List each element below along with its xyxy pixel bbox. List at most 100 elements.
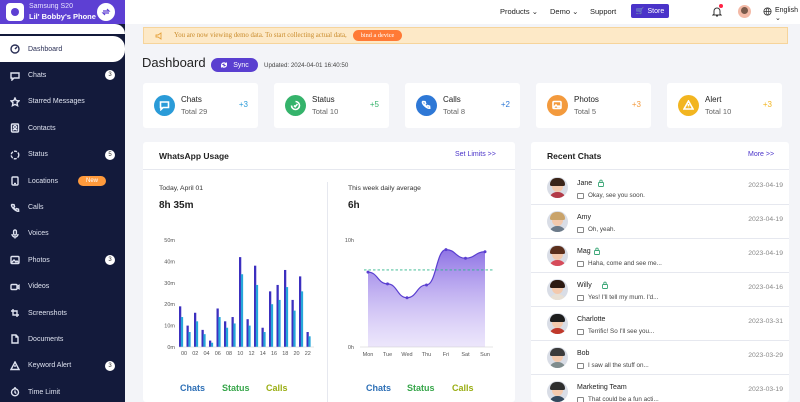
usage-bar [255, 284, 259, 347]
legend-status-week: Status [407, 383, 435, 393]
count-badge: 3 [105, 360, 115, 371]
set-limits-link[interactable]: Set Limits >> [455, 151, 496, 158]
chat-date: 2023-03-31 [748, 318, 783, 325]
support-link[interactable]: Support [590, 7, 616, 16]
device-model: Samsung S20 [29, 3, 73, 10]
document-icon [10, 334, 20, 345]
sidebar-item-screenshots[interactable]: Screenshots [0, 300, 125, 326]
page-title: Dashboard [142, 55, 206, 70]
usage-bar [180, 317, 184, 347]
avatar [547, 313, 568, 334]
avatar [547, 177, 568, 198]
bind-device-button[interactable]: bind a device [352, 30, 403, 41]
y-tick-label: 0m [167, 345, 175, 351]
sidebar-item-keyword-alert[interactable]: Keyword Alert 3 [0, 353, 125, 379]
avatar [547, 279, 568, 300]
stat-label: Photos [574, 95, 599, 104]
stat-card-chats[interactable]: Chats Total 29 +3 [143, 83, 258, 128]
sidebar-item-videos[interactable]: Videos [0, 274, 125, 300]
sidebar-item-calls[interactable]: Calls [0, 194, 125, 220]
sidebar-item-chats[interactable]: Chats 3 [0, 62, 125, 88]
clock-icon [10, 387, 20, 397]
chat-row[interactable]: Bob I saw all the stuff on... 2023-03-29 [531, 341, 789, 375]
stat-total: Total 10 [312, 107, 339, 116]
chat-row[interactable]: Charlotte Terrific! So I'll see you... 2… [531, 307, 789, 341]
chat-date: 2023-03-19 [748, 386, 783, 393]
y-tick-label: 50m [164, 238, 175, 244]
sidebar-item-locations[interactable]: Locations New [0, 168, 125, 194]
chat-row[interactable]: Mag Haha, come and see me... 2023-04-19 [531, 239, 789, 273]
video-icon [10, 282, 20, 292]
stat-total: Total 10 [705, 107, 732, 116]
banner-text: You are now viewing demo data. To start … [174, 32, 347, 39]
language-select[interactable]: English ⌄ [775, 7, 800, 22]
today-value: 8h 35m [159, 200, 194, 211]
x-tick-label: 10 [237, 351, 243, 357]
sidebar-item-documents[interactable]: Documents [0, 326, 125, 352]
stat-label: Chats [181, 95, 202, 104]
legend-status: Status [222, 383, 250, 393]
sidebar-item-starred-messages[interactable]: Starred Messages [0, 89, 125, 115]
products-menu[interactable]: Products ⌄ [500, 7, 538, 16]
stat-card-photos[interactable]: Photos Total 5 +3 [536, 83, 651, 128]
chat-row[interactable]: Marketing Team That could be a fun acti.… [531, 375, 789, 402]
usage-bar [195, 321, 199, 347]
updated-timestamp: Updated: 2024-04-01 16:40:50 [264, 62, 349, 69]
sidebar-item-time-limit[interactable]: Time Limit [0, 379, 125, 402]
user-avatar[interactable] [738, 5, 751, 18]
chat-preview: Haha, come and see me... [588, 260, 662, 267]
chat-date: 2023-03-29 [748, 352, 783, 359]
chat-row[interactable]: Jane Okay, see you soon. 2023-04-19 [531, 171, 789, 205]
message-icon [577, 329, 584, 335]
y-tick-label: 10h [345, 238, 354, 244]
warning-icon [678, 95, 699, 116]
sidebar-item-voices[interactable]: Voices [0, 221, 125, 247]
usage-bar [203, 334, 206, 347]
usage-bar [293, 310, 296, 347]
chat-date: 2023-04-19 [748, 216, 783, 223]
sidebar-item-label: Keyword Alert [28, 362, 72, 370]
recent-chats-panel: Recent Chats More >> Jane Okay, see you … [531, 142, 789, 402]
recent-title: Recent Chats [547, 151, 602, 161]
chat-date: 2023-04-19 [748, 182, 783, 189]
sync-button[interactable]: Sync [211, 58, 258, 72]
chat-row[interactable]: Amy Oh, yeah. 2023-04-19 [531, 205, 789, 239]
stat-label: Calls [443, 95, 461, 104]
sidebar-item-label: Screenshots [28, 309, 67, 317]
contacts-icon [10, 123, 20, 134]
sidebar-item-status[interactable]: Status 5 [0, 142, 125, 168]
y-tick-label: 30m [164, 281, 175, 287]
chat-preview: Oh, yeah. [588, 226, 616, 233]
usage-bar [285, 287, 289, 347]
weekly-usage-area-chart: 0h 10h Mon Tue Wed Thu Fri Sat Sun [345, 238, 493, 358]
switch-device-icon[interactable] [97, 3, 115, 21]
x-tick-label: Fri [443, 352, 449, 358]
sidebar-item-photos[interactable]: Photos 3 [0, 247, 125, 273]
stat-delta: +3 [762, 100, 772, 109]
alert-icon [10, 360, 20, 371]
usage-bar [225, 327, 229, 347]
demo-menu[interactable]: Demo ⌄ [550, 7, 578, 16]
usage-bar [300, 291, 304, 347]
store-button[interactable]: 🛒 Store [631, 4, 669, 18]
stat-card-status[interactable]: Status Total 10 +5 [274, 83, 389, 128]
status-circle-icon [285, 95, 306, 116]
stat-card-calls[interactable]: Calls Total 8 +2 [405, 83, 520, 128]
message-icon [577, 295, 584, 301]
legend-chats-week: Chats [366, 383, 392, 393]
x-tick-label: 08 [226, 351, 232, 357]
device-card[interactable]: Samsung S20 Lil' Bobby's Phone [0, 0, 125, 34]
x-tick-label: Tue [383, 352, 392, 358]
avatar [547, 245, 568, 266]
more-link[interactable]: More >> [748, 151, 774, 158]
usage-bar [210, 342, 214, 347]
chat-row[interactable]: Willy Yes! I'll tell my mum. I'd... 2023… [531, 273, 789, 307]
globe-icon [763, 7, 772, 16]
today-label: Today, April 01 [159, 185, 204, 192]
sidebar-item-dashboard[interactable]: Dashboard [0, 36, 125, 63]
x-tick-label: Sun [480, 352, 490, 358]
sidebar-item-contacts[interactable]: Contacts [0, 115, 125, 141]
avatar [547, 211, 568, 232]
usage-point [405, 296, 409, 300]
stat-card-alert[interactable]: Alert Total 10 +3 [667, 83, 782, 128]
